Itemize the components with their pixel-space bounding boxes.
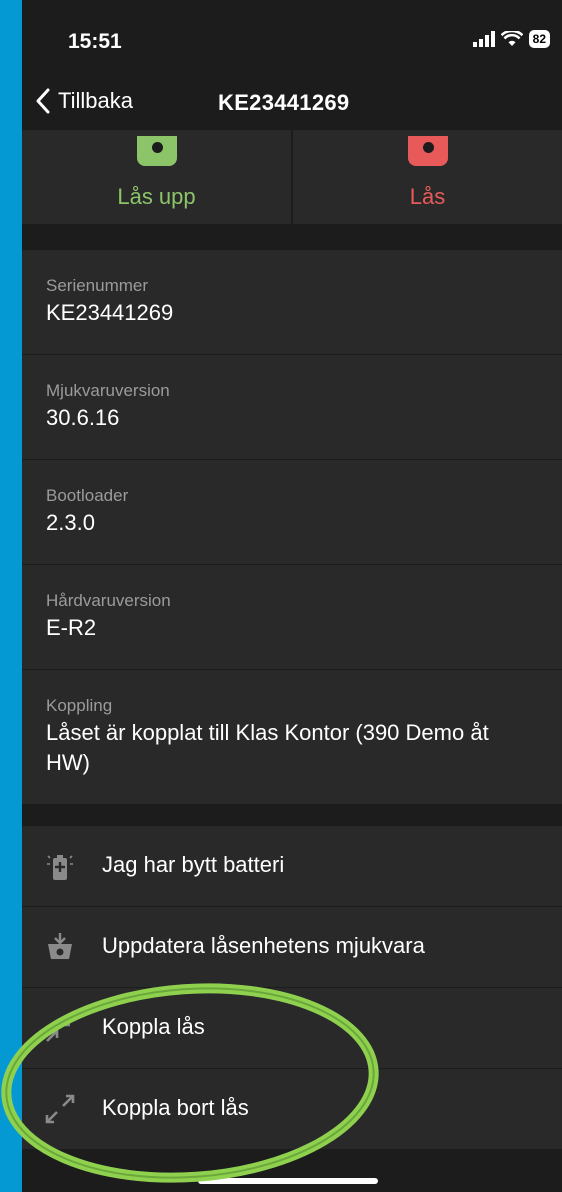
- replaced-battery-action[interactable]: Jag har bytt batteri: [22, 826, 562, 907]
- info-label: Serienummer: [46, 276, 149, 295]
- collapse-arrows-icon: [46, 1014, 74, 1042]
- battery-icon: 82: [528, 30, 550, 48]
- action-label: Uppdatera låsenhetens mjukvara: [102, 933, 425, 958]
- back-label: Tillbaka: [58, 88, 133, 113]
- unlock-label: Lås upp: [117, 184, 196, 209]
- disconnect-lock-action[interactable]: Koppla bort lås: [22, 1069, 562, 1150]
- info-row-connection: Koppling Låset är kopplat till Klas Kont…: [22, 670, 562, 805]
- update-firmware-action[interactable]: Uppdatera låsenhetens mjukvara: [22, 907, 562, 988]
- battery-icon: [47, 855, 73, 880]
- connect-lock-action[interactable]: Koppla lås: [22, 988, 562, 1069]
- signal-icon: [472, 31, 495, 47]
- lock-button[interactable]: Lås: [291, 130, 562, 224]
- app-screen: 15:51 82 Tillbaka KE23441269 Lås upp Lås…: [22, 0, 562, 1192]
- unlock-button[interactable]: Lås upp: [22, 130, 291, 224]
- action-label: Koppla lås: [102, 1014, 205, 1039]
- info-label: Bootloader: [46, 486, 129, 505]
- lock-controls: Lås upp Lås: [22, 130, 562, 224]
- info-value: 30.6.16: [46, 405, 120, 430]
- action-list: Jag har bytt batteri Uppdatera låsenhete…: [22, 826, 562, 1150]
- action-label: Koppla bort lås: [102, 1095, 249, 1120]
- wifi-icon: [500, 31, 523, 46]
- firmware-update-icon: [48, 933, 72, 959]
- status-time: 15:51: [68, 30, 122, 53]
- info-value: E-R2: [46, 615, 97, 640]
- home-indicator[interactable]: [198, 1178, 378, 1184]
- page-title: KE23441269: [218, 90, 350, 115]
- navigation-bar: Tillbaka KE23441269: [22, 82, 562, 126]
- status-icons: 82: [472, 30, 550, 48]
- lock-label: Lås: [409, 184, 446, 209]
- info-label: Koppling: [46, 696, 113, 715]
- expand-arrows-icon: [45, 1094, 75, 1124]
- info-value: KE23441269: [46, 300, 174, 325]
- lock-icon: [407, 136, 448, 166]
- action-label: Jag har bytt batteri: [102, 852, 285, 877]
- info-value: 2.3.0: [46, 510, 95, 535]
- info-label: Hårdvaruversion: [46, 591, 171, 610]
- info-row-bootloader: Bootloader 2.3.0: [22, 460, 562, 565]
- chevron-left-icon: [36, 88, 50, 114]
- device-info-list: Serienummer KE23441269 Mjukvaruversion 3…: [22, 250, 562, 805]
- back-button[interactable]: Tillbaka: [36, 88, 133, 114]
- unlock-icon: [136, 136, 177, 166]
- info-row-serial: Serienummer KE23441269: [22, 250, 562, 355]
- status-bar: 15:51 82: [22, 0, 562, 80]
- info-row-hardware-version: Hårdvaruversion E-R2: [22, 565, 562, 670]
- info-value: Låset är kopplat till Klas Kontor (390 D…: [46, 720, 489, 775]
- info-row-software-version: Mjukvaruversion 30.6.16: [22, 355, 562, 460]
- info-label: Mjukvaruversion: [46, 381, 170, 400]
